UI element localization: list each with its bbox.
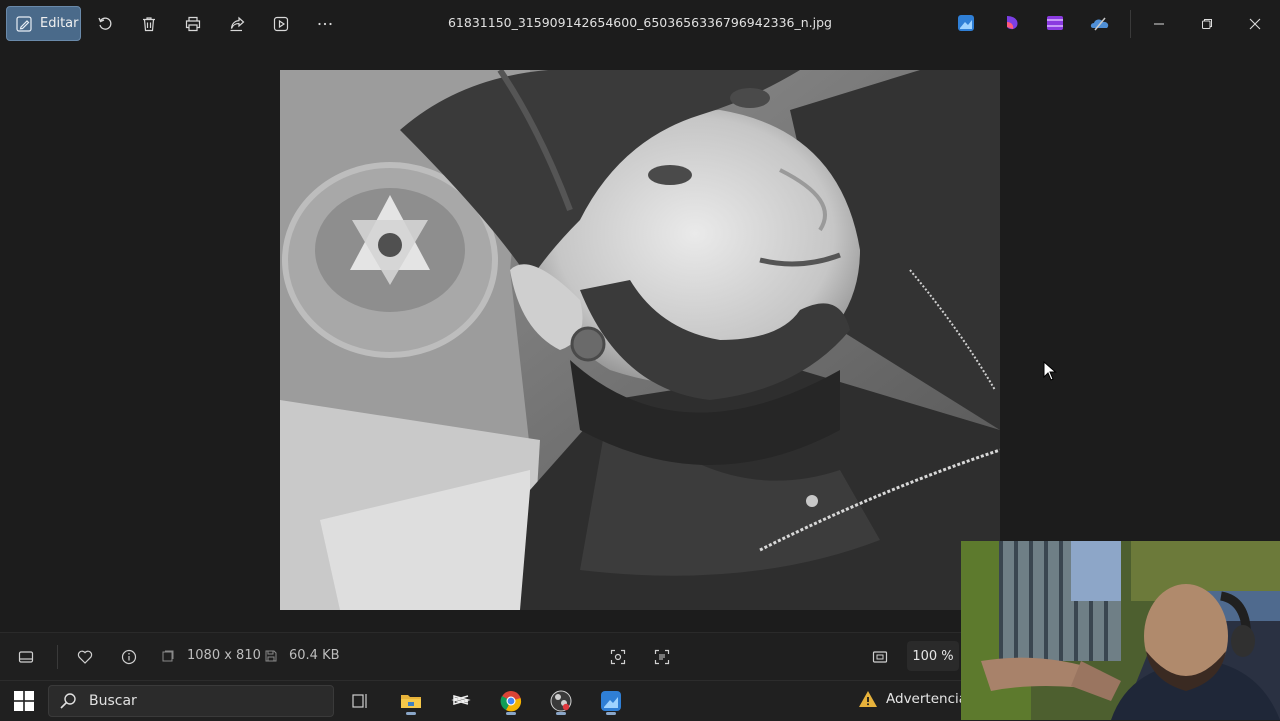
visual-search-button[interactable] [606,645,630,669]
share-icon [230,16,245,32]
photo-viewer-image[interactable] [280,70,1000,610]
mouse-cursor-icon [1043,361,1057,381]
obs-studio-button[interactable] [547,687,575,715]
capcut-icon [451,695,471,705]
task-view-button[interactable] [346,687,374,715]
edit-button-label: Editar [40,16,79,31]
close-icon [1249,18,1261,30]
task-view-icon [352,694,367,708]
more-options-button[interactable] [313,12,337,36]
warning-icon [859,691,877,707]
visual-search-icon [610,649,626,665]
webcam-overlay [961,541,1280,720]
designer-app-icon[interactable] [1003,14,1021,32]
search-placeholder: Buscar [89,693,137,709]
title-bar: Editar 61831150_315909142654600_65036563… [0,0,1280,48]
delete-icon [143,17,155,32]
share-button[interactable] [225,12,249,36]
fit-window-icon [872,651,888,663]
print-button[interactable] [181,12,205,36]
slideshow-button[interactable] [269,12,293,36]
chrome-button[interactable] [497,687,525,715]
zoom-level[interactable]: 100 % [907,641,959,671]
info-bar-divider [57,645,58,669]
image-dimensions: 1080 x 810 [187,648,261,663]
restore-button[interactable] [1195,12,1219,36]
toolbar-divider [1130,10,1131,38]
favorite-button[interactable] [73,645,97,669]
rotate-button[interactable] [93,12,117,36]
weather-warning-widget[interactable]: Advertencia [858,689,967,709]
filmstrip-toggle-button[interactable] [14,645,38,669]
minimize-icon [1154,23,1164,25]
clipchamp-app-icon[interactable] [1046,14,1064,32]
chrome-icon [500,691,522,712]
text-scan-icon [654,649,670,665]
filmstrip-icon [18,651,34,663]
photos-icon [601,691,621,711]
print-icon [185,16,201,32]
photos-app-icon[interactable] [957,14,975,32]
file-info-button[interactable] [117,645,141,669]
slideshow-icon [273,16,289,32]
photos-taskbar-button[interactable] [597,687,625,715]
dimensions-icon [162,650,174,662]
restore-icon [1202,19,1212,29]
more-icon [318,22,332,26]
capcut-button[interactable] [447,687,475,715]
file-explorer-button[interactable] [397,687,425,715]
delete-button[interactable] [137,12,161,36]
minimize-button[interactable] [1147,12,1171,36]
onedrive-icon[interactable] [1089,14,1111,32]
rotate-icon [98,17,112,30]
taskbar-search-box[interactable]: Buscar [48,685,334,717]
windows-start-icon[interactable] [14,691,34,711]
close-button[interactable] [1243,12,1267,36]
webcam-video-feed [961,541,1280,720]
edit-button[interactable]: Editar [6,6,81,41]
info-icon [121,649,137,665]
heart-icon [77,650,93,664]
warning-label: Advertencia [886,691,968,707]
search-icon [60,693,76,709]
edit-icon [16,15,32,32]
file-size-icon [265,650,277,662]
grayscale-portrait-photo [280,70,1000,610]
obs-icon [550,690,572,712]
fit-to-window-button[interactable] [868,645,892,669]
text-scan-button[interactable] [650,645,674,669]
file-size: 60.4 KB [289,648,340,663]
folder-icon [401,695,421,708]
